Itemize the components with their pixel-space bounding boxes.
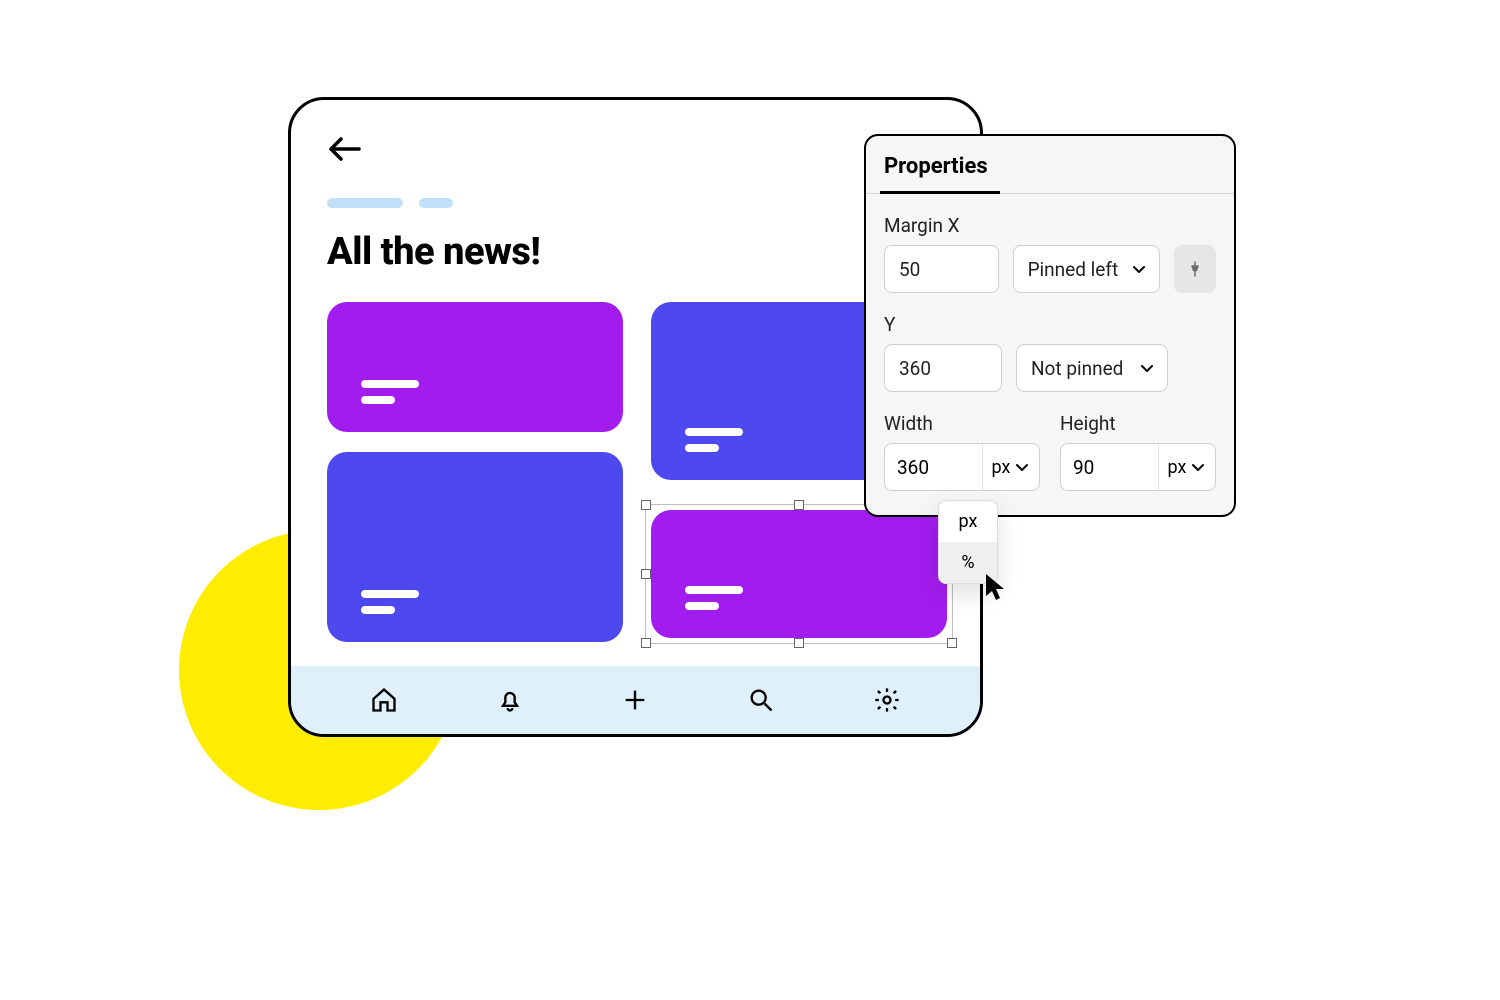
chevron-down-icon <box>1131 261 1147 277</box>
unit-option-percent[interactable]: % <box>939 542 997 583</box>
properties-panel: Properties Margin X 50 Pinned left Y 360… <box>864 134 1236 517</box>
news-card-selected[interactable] <box>651 510 947 638</box>
y-label: Y <box>884 313 1216 336</box>
home-icon[interactable] <box>369 685 399 715</box>
cards-grid <box>327 302 944 652</box>
width-unit-select[interactable]: px <box>983 444 1039 490</box>
height-input[interactable]: 90 px <box>1060 443 1216 491</box>
chevron-down-icon <box>1014 459 1030 475</box>
height-unit-select[interactable]: px <box>1159 444 1215 490</box>
news-card[interactable] <box>327 452 623 642</box>
chevron-down-icon <box>1139 360 1155 376</box>
chevron-down-icon <box>1190 459 1206 475</box>
news-card[interactable] <box>327 302 623 432</box>
margin-x-input[interactable]: 50 <box>884 245 999 293</box>
gear-icon[interactable] <box>872 685 902 715</box>
pin-button[interactable] <box>1174 245 1216 293</box>
margin-x-label: Margin X <box>884 214 1216 237</box>
plus-icon[interactable] <box>620 685 650 715</box>
search-icon[interactable] <box>746 685 776 715</box>
unit-dropdown: px % <box>938 500 998 584</box>
y-input[interactable]: 360 <box>884 344 1002 392</box>
properties-panel-title: Properties <box>866 136 1234 194</box>
page-title: All the news! <box>327 230 944 274</box>
margin-x-pin-select[interactable]: Pinned left <box>1013 245 1160 293</box>
bell-icon[interactable] <box>495 685 525 715</box>
y-pin-select[interactable]: Not pinned <box>1016 344 1168 392</box>
unit-option-px[interactable]: px <box>939 501 997 542</box>
height-label: Height <box>1060 412 1216 435</box>
bottom-nav <box>291 666 980 734</box>
breadcrumb-placeholder <box>327 198 944 208</box>
pin-icon <box>1186 260 1204 278</box>
back-arrow-icon[interactable] <box>327 134 363 164</box>
width-input[interactable]: 360 px <box>884 443 1040 491</box>
width-label: Width <box>884 412 1040 435</box>
